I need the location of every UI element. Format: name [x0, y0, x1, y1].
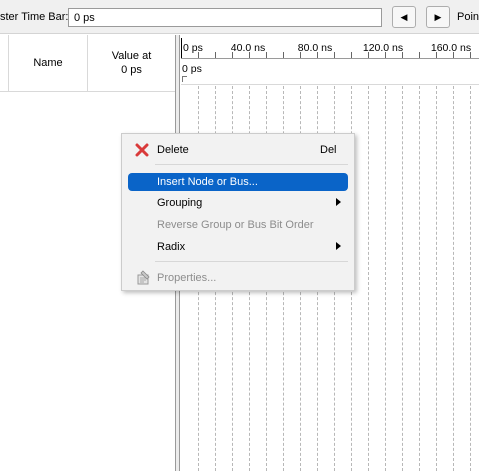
menu-item-label: Insert Node or Bus... [157, 176, 258, 188]
menu-item-properties: Properties... [128, 269, 348, 287]
ruler-minor-tick [266, 52, 267, 58]
menu-separator [155, 164, 348, 165]
menu-item-delete[interactable]: Delete Del [128, 141, 348, 159]
ruler-minor-tick [453, 52, 454, 58]
name-column-label: Name [33, 57, 63, 69]
menu-item-label: Delete [157, 144, 189, 156]
delete-x-icon [135, 143, 149, 157]
menu-item-label: Radix [157, 241, 186, 253]
menu-item-grouping[interactable]: Grouping [128, 194, 348, 212]
ruler-label: 80.0 ns [297, 42, 333, 54]
properties-icon [137, 270, 150, 285]
master-time-bar-label: ster Time Bar: [0, 11, 69, 23]
node-list-header: Name Value at 0 ps [0, 35, 175, 92]
ruler-minor-tick [436, 52, 437, 58]
master-time-bar-field[interactable]: 0 ps [68, 8, 382, 27]
menu-item-label: Properties... [157, 272, 217, 284]
grid-line [368, 86, 369, 471]
pointer-label: Point [457, 11, 479, 23]
grid-line [436, 86, 437, 471]
menu-item-label: Reverse Group or Bus Bit Order [157, 219, 314, 231]
ruler-label: 0 ps [183, 42, 203, 54]
ruler-minor-tick [351, 52, 352, 58]
menu-item-label: Grouping [157, 197, 203, 209]
time-bar-marker-icon[interactable] [182, 76, 187, 82]
menu-item-shortcut: Del [320, 144, 337, 156]
ruler-minor-tick [368, 52, 369, 58]
value-column-label-line1: Value at [111, 50, 152, 62]
ruler-label: 40.0 ns [230, 42, 266, 54]
ruler-minor-tick [419, 52, 420, 58]
submenu-arrow-icon [336, 198, 341, 206]
ruler-minor-tick [402, 52, 403, 58]
time-ruler[interactable]: 0 ps 40.0 ns 80.0 ns 120.0 ns 160.0 ns [181, 35, 479, 59]
value-column-label-line2: 0 ps [121, 64, 142, 76]
ruler-minor-tick [215, 52, 216, 58]
ruler-minor-tick [283, 52, 284, 58]
ruler-minor-tick [300, 52, 301, 58]
name-column-header[interactable]: Name [9, 35, 88, 91]
ruler-minor-tick [470, 52, 471, 58]
grid-line [470, 86, 471, 471]
ruler-minor-tick [232, 52, 233, 58]
menu-separator [155, 261, 348, 262]
grid-line [402, 86, 403, 471]
time-bar-row[interactable]: 0 ps [181, 60, 479, 85]
grid-line [419, 86, 420, 471]
grid-line [453, 86, 454, 471]
header-blank-column [0, 35, 9, 91]
menu-item-reverse-group-or-bus-bit-order: Reverse Group or Bus Bit Order [128, 216, 348, 234]
arrow-right-icon: ▶ [434, 11, 442, 22]
submenu-arrow-icon [336, 242, 341, 250]
ruler-minor-tick [249, 52, 250, 58]
menu-item-insert-node-or-bus[interactable]: Insert Node or Bus... [128, 173, 348, 191]
value-column-header[interactable]: Value at 0 ps [88, 35, 175, 91]
menu-item-radix[interactable]: Radix [128, 238, 348, 256]
ruler-major-tick [181, 38, 182, 58]
arrow-left-icon: ◀ [400, 11, 408, 22]
context-menu: Delete Del Insert Node or Bus... Groupin… [121, 133, 355, 291]
time-bar-value: 0 ps [182, 63, 202, 75]
previous-transition-button[interactable]: ◀ [392, 6, 416, 28]
toolbar: ster Time Bar: 0 ps ◀ ▶ Point [0, 0, 479, 34]
grid-line [385, 86, 386, 471]
next-transition-button[interactable]: ▶ [426, 6, 450, 28]
ruler-minor-tick [385, 52, 386, 58]
ruler-minor-tick [198, 52, 199, 58]
ruler-minor-tick [334, 52, 335, 58]
ruler-minor-tick [317, 52, 318, 58]
